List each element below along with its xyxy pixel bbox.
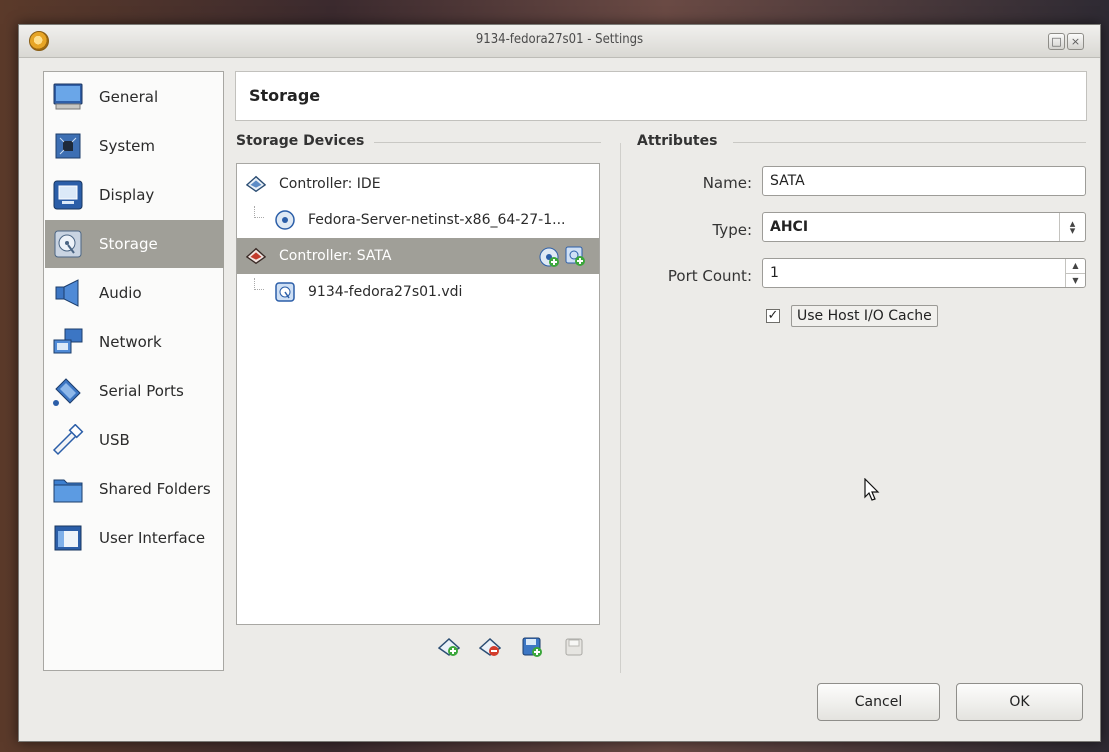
sidebar-item-general[interactable]: General (45, 73, 224, 121)
type-label: Type: (712, 221, 752, 239)
sidebar-item-label: Display (99, 186, 155, 204)
cancel-button[interactable]: Cancel (817, 683, 940, 721)
sidebar-item-audio[interactable]: Audio (45, 269, 224, 317)
spin-down-icon[interactable]: ▼ (1066, 274, 1085, 288)
sidebar-item-label: Storage (99, 235, 158, 253)
controller-icon (246, 246, 266, 266)
sidebar-item-label: Serial Ports (99, 382, 184, 400)
display-icon (51, 178, 85, 212)
sidebar-item-label: User Interface (99, 529, 206, 547)
port-count-label: Port Count: (667, 267, 752, 285)
tree-item-label: Controller: IDE (279, 176, 381, 192)
usb-icon (51, 423, 85, 457)
sidebar-item-shared-folders[interactable]: Shared Folders (45, 465, 224, 513)
speaker-icon (51, 276, 85, 310)
remove-attachment-icon (564, 637, 584, 661)
sidebar-item-display[interactable]: Display (45, 171, 224, 219)
add-optical-drive-icon[interactable] (539, 247, 559, 271)
type-select[interactable]: AHCI ▴ ▾ (762, 212, 1086, 242)
attributes-title: Attributes (637, 133, 718, 149)
add-attachment-button[interactable] (521, 637, 543, 661)
type-selected-value: AHCI (770, 219, 809, 235)
port-count-value: 1 (770, 265, 779, 281)
tree-item-label: 9134-fedora27s01.vdi (308, 284, 463, 300)
mouse-cursor-icon (864, 477, 880, 506)
remove-controller-icon (478, 637, 502, 661)
optical-disc-icon (275, 210, 295, 230)
tree-item-label: Controller: SATA (279, 248, 392, 264)
add-controller-icon (437, 637, 461, 661)
window-icon (51, 521, 85, 555)
host-io-cache-label[interactable]: Use Host I/O Cache (791, 305, 938, 327)
spin-arrows[interactable]: ▲ ▼ (1065, 259, 1085, 287)
sidebar-item-system[interactable]: System (45, 122, 224, 170)
name-label: Name: (702, 174, 752, 192)
disk-icon (51, 227, 85, 261)
tree-item-controller-sata[interactable]: Controller: SATA (237, 238, 599, 274)
tree-item-controller-ide[interactable]: Controller: IDE (237, 166, 599, 202)
ok-button[interactable]: OK (956, 683, 1083, 721)
sidebar-item-label: USB (99, 431, 130, 449)
controller-icon (246, 174, 266, 194)
host-io-cache-checkbox[interactable]: ✓ (766, 309, 780, 323)
add-controller-button[interactable] (437, 637, 461, 661)
group-divider (733, 142, 1086, 143)
panel-divider (620, 143, 621, 673)
group-divider (374, 142, 601, 143)
name-field[interactable] (762, 166, 1086, 196)
serial-port-icon (51, 374, 85, 408)
add-hard-disk-icon[interactable] (565, 246, 585, 270)
page-title: Storage (235, 71, 1087, 121)
chip-icon (51, 129, 85, 163)
sidebar-item-label: System (99, 137, 155, 155)
window-title: 9134-fedora27s01 - Settings (475, 32, 644, 47)
remove-attachment-button[interactable] (563, 638, 585, 660)
monitor-icon (51, 80, 85, 114)
sidebar-item-label: Shared Folders (99, 480, 211, 498)
title-bar: 9134-fedora27s01 - Settings □ × (19, 25, 1100, 58)
storage-tree[interactable]: Controller: IDE Fedora-Server-netinst-x8… (236, 163, 600, 625)
close-button[interactable]: × (1067, 33, 1084, 50)
tree-item-label: Fedora-Server-netinst-x86_64-27-1... (308, 212, 566, 228)
network-icon (51, 325, 85, 359)
remove-controller-button[interactable] (478, 637, 502, 661)
settings-window: 9134-fedora27s01 - Settings □ × General … (18, 24, 1101, 742)
sidebar-item-user-interface[interactable]: User Interface (45, 514, 224, 562)
settings-sidebar: General System Display Storage Audio Net… (43, 71, 224, 671)
hard-disk-icon (275, 282, 295, 302)
sidebar-item-usb[interactable]: USB (45, 416, 224, 464)
sidebar-item-label: Network (99, 333, 162, 351)
sidebar-item-storage[interactable]: Storage (45, 220, 224, 268)
port-count-spinbox[interactable]: 1 ▲ ▼ (762, 258, 1086, 288)
sidebar-item-label: General (99, 88, 159, 106)
spin-up-icon[interactable]: ▲ (1066, 259, 1085, 274)
add-attachment-icon (522, 637, 542, 661)
chevron-up-down-icon: ▴ ▾ (1059, 213, 1085, 241)
maximize-button[interactable]: □ (1048, 33, 1065, 50)
tree-item-hard-disk[interactable]: 9134-fedora27s01.vdi (237, 274, 599, 310)
sidebar-item-network[interactable]: Network (45, 318, 224, 366)
tree-item-optical-disc[interactable]: Fedora-Server-netinst-x86_64-27-1... (237, 202, 599, 238)
storage-devices-title: Storage Devices (236, 133, 365, 149)
folder-icon (51, 472, 85, 506)
sidebar-item-serial-ports[interactable]: Serial Ports (45, 367, 224, 415)
sidebar-item-label: Audio (99, 284, 142, 302)
